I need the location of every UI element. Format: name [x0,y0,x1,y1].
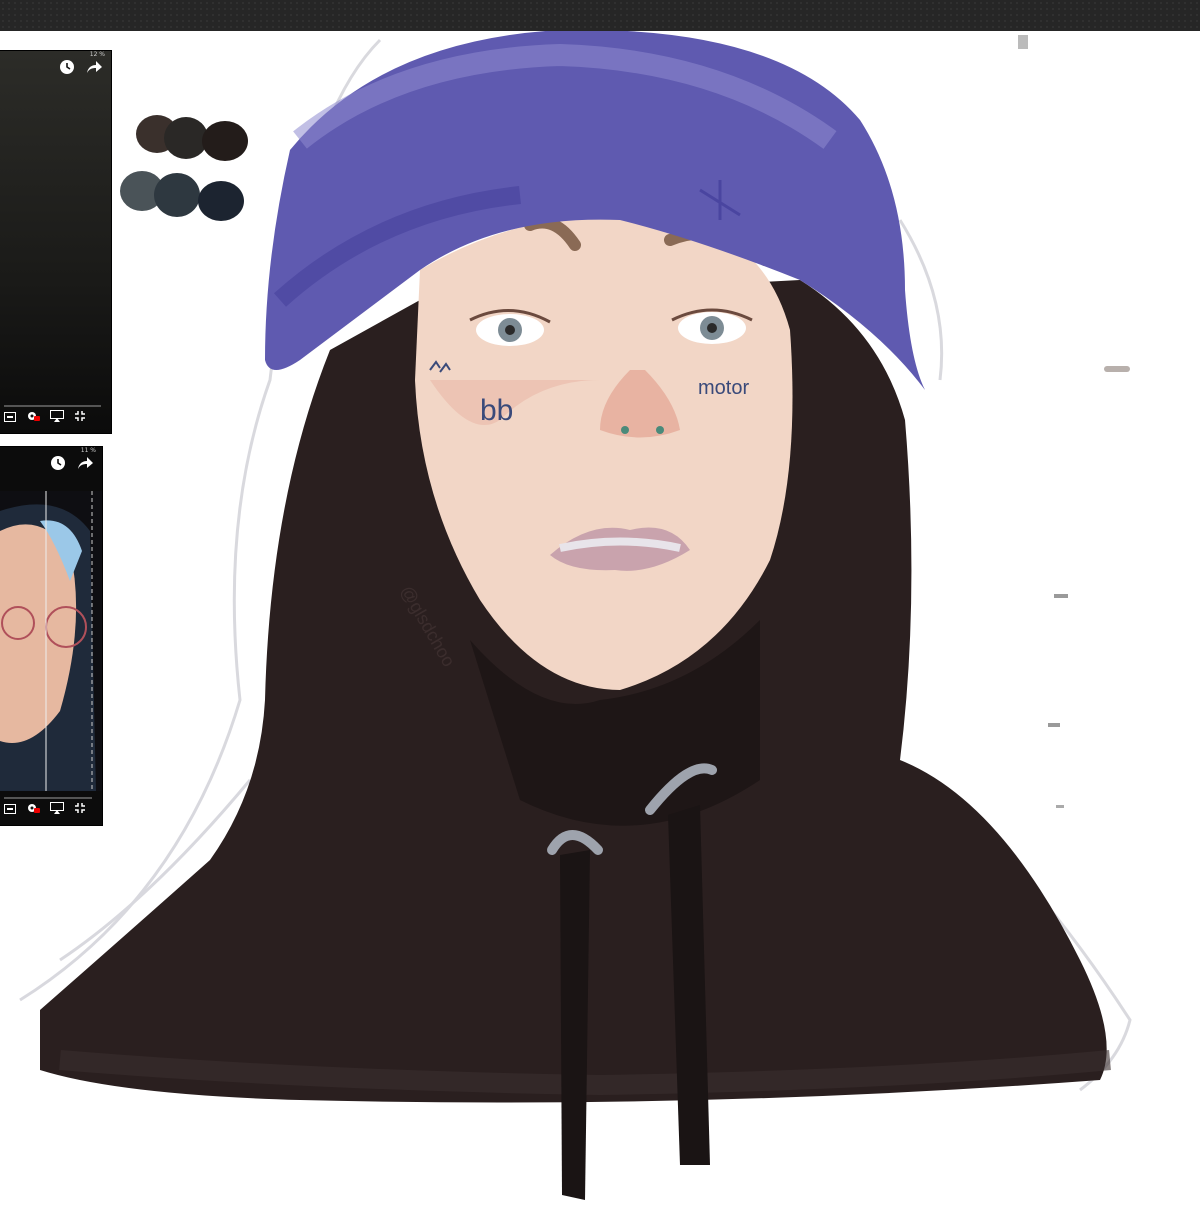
face-tattoo-marks: bb [480,394,513,427]
hood-string-left [560,850,590,1200]
face-tattoo-text: motor [698,377,749,399]
top-toolbar [0,0,1200,31]
drawing-canvas[interactable]: 12 % 11 % motor bb @glsdchoo [0,31,1200,1224]
portrait-painting: motor bb @glsdchoo [19,31,1132,1200]
